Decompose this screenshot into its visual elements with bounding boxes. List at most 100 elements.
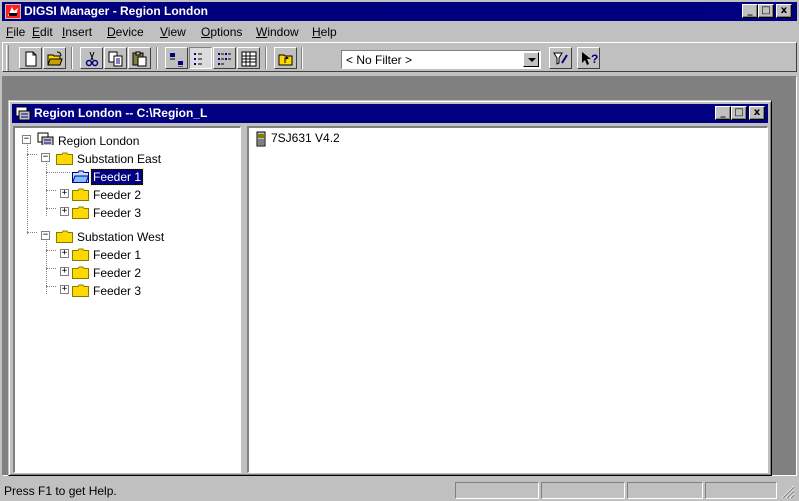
menu-device[interactable]: Device bbox=[107, 25, 144, 39]
menu-window[interactable]: Window bbox=[256, 25, 299, 39]
tree-node-label: Substation West bbox=[77, 230, 165, 244]
plus-icon: + bbox=[61, 206, 68, 216]
folder-icon bbox=[56, 230, 73, 243]
up-one-level-button[interactable] bbox=[274, 47, 297, 69]
copy-button[interactable] bbox=[104, 47, 127, 69]
menu-bar: File Edit Insert Device View Options Win… bbox=[2, 22, 797, 41]
minimize-icon: _ bbox=[720, 107, 726, 118]
tree-node-label: Substation East bbox=[77, 152, 162, 166]
menu-edit-rest: dit bbox=[40, 25, 53, 39]
child-title-bar[interactable]: Region London -- C:\Region_L _ □ x bbox=[12, 104, 768, 123]
object-list-view[interactable]: 7SJ631 V4.2 bbox=[247, 126, 768, 473]
menu-view-rest: iew bbox=[167, 25, 186, 39]
folder-icon bbox=[72, 206, 89, 219]
tree-node-label: Feeder 3 bbox=[93, 206, 142, 220]
cut-button[interactable] bbox=[80, 47, 103, 69]
filter-settings-button[interactable] bbox=[549, 47, 572, 69]
large-icons-icon bbox=[170, 53, 183, 67]
expand-toggle[interactable]: + bbox=[60, 248, 69, 258]
menu-view[interactable]: View bbox=[160, 25, 186, 39]
collapse-toggle[interactable]: − bbox=[41, 152, 50, 162]
mdi-client-area: Region London -- C:\Region_L _ □ x − Reg… bbox=[2, 76, 797, 476]
minimize-button[interactable]: _ bbox=[742, 4, 758, 18]
close-button[interactable]: x bbox=[776, 4, 792, 18]
toolbar-grip[interactable] bbox=[6, 45, 9, 71]
close-icon: x bbox=[780, 5, 788, 16]
list-icon bbox=[218, 53, 231, 65]
menu-file[interactable]: File bbox=[6, 25, 25, 39]
digsi-app-icon[interactable] bbox=[5, 4, 21, 19]
title-bar[interactable]: DIGSI Manager - Region London _ □ x bbox=[2, 2, 797, 21]
folder-icon bbox=[72, 284, 89, 297]
status-panel bbox=[627, 482, 703, 499]
menu-help[interactable]: Help bbox=[312, 25, 337, 39]
project-icon bbox=[37, 132, 54, 145]
maximize-icon: □ bbox=[761, 5, 771, 16]
small-icons-button[interactable] bbox=[189, 47, 212, 69]
filter-dropdown[interactable]: < No Filter > bbox=[341, 50, 541, 69]
menu-file-rest: ile bbox=[13, 25, 26, 39]
minus-icon: − bbox=[42, 152, 49, 162]
maximize-icon: □ bbox=[734, 107, 744, 118]
application-window: DIGSI Manager - Region London _ □ x File… bbox=[0, 0, 799, 501]
help-pointer-button[interactable]: ? bbox=[577, 47, 600, 69]
list-item[interactable]: 7SJ631 V4.2 bbox=[253, 130, 453, 148]
tree-node-substation[interactable]: − Substation East bbox=[17, 150, 217, 168]
collapse-toggle[interactable]: − bbox=[41, 230, 50, 240]
folder-icon bbox=[56, 152, 73, 165]
child-maximize-button[interactable]: □ bbox=[731, 106, 747, 120]
menu-insert[interactable]: Insert bbox=[62, 25, 92, 39]
status-panel bbox=[541, 482, 625, 499]
tree-node-label: Feeder 2 bbox=[93, 266, 142, 280]
expand-toggle[interactable]: + bbox=[60, 188, 69, 198]
plus-icon: + bbox=[61, 284, 68, 294]
details-button[interactable] bbox=[237, 47, 260, 69]
menu-device-rest: evice bbox=[115, 25, 144, 39]
tree-node-feeder[interactable]: + Feeder 1 bbox=[17, 246, 217, 264]
list-button[interactable] bbox=[213, 47, 236, 69]
open-folder-icon bbox=[72, 170, 89, 183]
copy-icon bbox=[108, 51, 123, 67]
tree-node-feeder[interactable]: Feeder 1 bbox=[17, 168, 217, 186]
tree-node-feeder[interactable]: + Feeder 2 bbox=[17, 264, 217, 282]
child-close-button[interactable]: x bbox=[749, 106, 765, 120]
up-one-level-icon bbox=[278, 54, 293, 66]
tree-node-feeder[interactable]: + Feeder 3 bbox=[17, 282, 217, 300]
details-icon bbox=[241, 51, 257, 67]
expand-toggle[interactable]: + bbox=[60, 284, 69, 294]
project-tree-view[interactable]: − Region London − Substation East Feeder… bbox=[13, 126, 241, 473]
child-minimize-button[interactable]: _ bbox=[715, 106, 731, 120]
toolbar: < No Filter > ? bbox=[2, 42, 797, 72]
help-pointer-icon: ? bbox=[582, 52, 598, 66]
expand-toggle[interactable]: + bbox=[60, 266, 69, 276]
paste-button[interactable] bbox=[128, 47, 151, 69]
tree-node-label: Feeder 2 bbox=[93, 188, 142, 202]
new-button[interactable] bbox=[19, 47, 42, 69]
tree-node-substation[interactable]: − Substation West bbox=[17, 228, 217, 246]
status-panel bbox=[705, 482, 777, 499]
tree-node-feeder[interactable]: + Feeder 2 bbox=[17, 186, 217, 204]
collapse-toggle[interactable]: − bbox=[22, 134, 31, 144]
chevron-down-icon[interactable] bbox=[523, 52, 539, 67]
large-icons-button[interactable] bbox=[165, 47, 188, 69]
status-panel bbox=[455, 482, 539, 499]
new-icon bbox=[25, 51, 37, 67]
menu-options[interactable]: Options bbox=[201, 25, 242, 39]
tree-node-root[interactable]: − Region London bbox=[17, 132, 217, 150]
minimize-icon: _ bbox=[747, 5, 753, 16]
pane-splitter[interactable] bbox=[242, 126, 246, 473]
status-text: Press F1 to get Help. bbox=[4, 484, 117, 498]
resize-grip-icon[interactable] bbox=[781, 485, 795, 499]
tree-node-label: Feeder 3 bbox=[93, 284, 142, 298]
menu-window-rest: indow bbox=[267, 25, 299, 39]
window-title: DIGSI Manager - Region London bbox=[24, 4, 208, 18]
toolbar-separator bbox=[265, 47, 267, 69]
open-button[interactable] bbox=[43, 47, 66, 69]
explorer-child-window: Region London -- C:\Region_L _ □ x − Reg… bbox=[8, 100, 772, 476]
maximize-button[interactable]: □ bbox=[758, 4, 774, 18]
menu-edit[interactable]: Edit bbox=[32, 25, 53, 39]
expand-toggle[interactable]: + bbox=[60, 206, 69, 216]
plus-icon: + bbox=[61, 266, 68, 276]
filter-settings-icon bbox=[553, 52, 568, 65]
tree-node-feeder[interactable]: + Feeder 3 bbox=[17, 204, 217, 222]
